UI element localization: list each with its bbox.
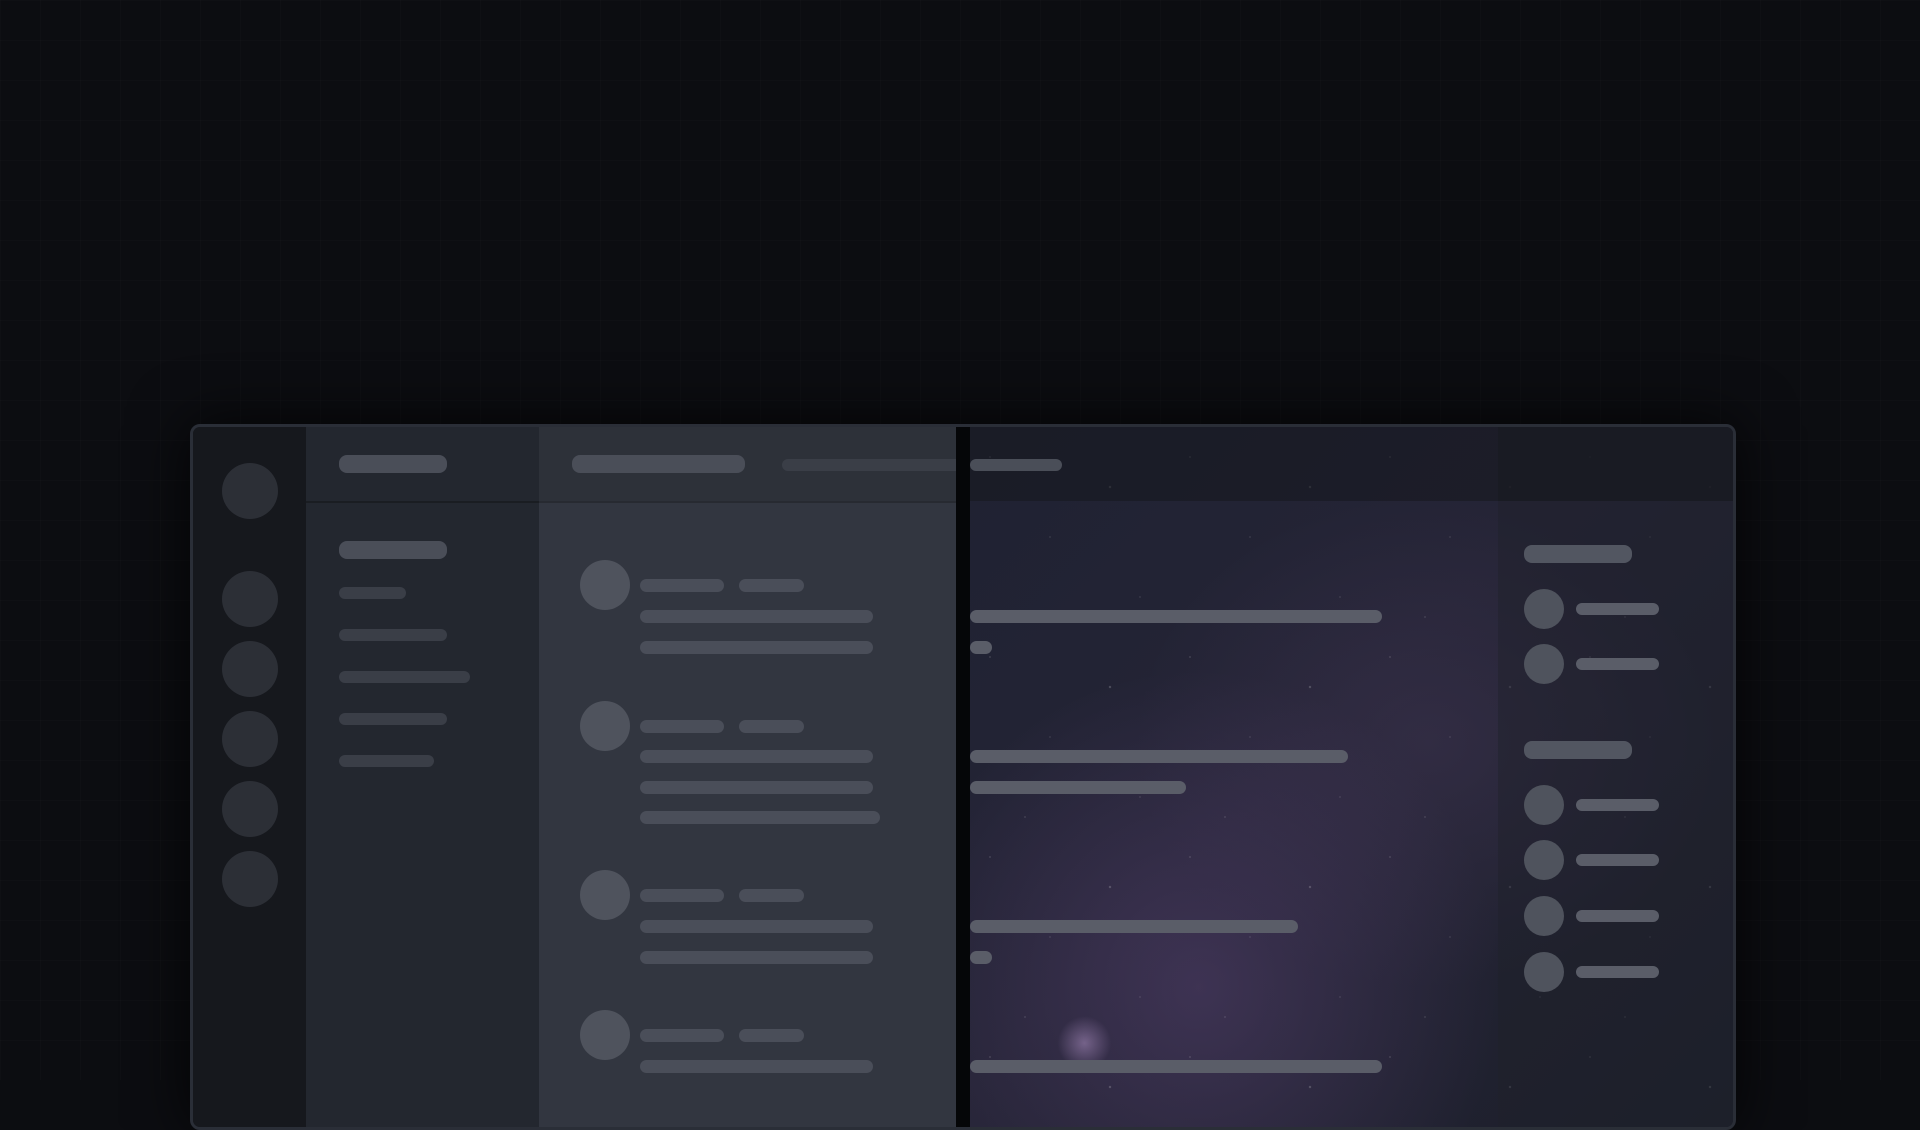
message-line-placeholder [640,781,873,794]
message-author-placeholder[interactable] [640,579,724,592]
member-group-header [1524,741,1632,759]
user-avatar-icon[interactable] [1524,952,1564,992]
message-author-placeholder[interactable] [640,720,724,733]
chat-area [539,427,1733,1127]
chat-topbar [539,427,956,503]
server-avatar-icon[interactable] [222,571,278,627]
member-group-header [1524,545,1632,563]
user-avatar-icon[interactable] [1524,644,1564,684]
chat-pane-after [970,427,1733,1127]
member-name-placeholder[interactable] [1576,799,1659,811]
server-avatar-icon[interactable] [222,711,278,767]
comparison-slider-handle[interactable] [956,427,970,1127]
message-line-placeholder [970,781,1186,794]
message-line-placeholder [970,641,992,654]
message-line-placeholder [640,811,880,824]
member-name-placeholder[interactable] [1576,966,1659,978]
channel-title-placeholder [572,455,745,473]
message-timestamp-placeholder [739,889,804,902]
server-avatar-icon[interactable] [222,463,278,519]
user-avatar-icon[interactable] [1524,896,1564,936]
user-avatar-icon[interactable] [580,870,630,920]
user-avatar-icon[interactable] [1524,785,1564,825]
member-name-placeholder[interactable] [1576,854,1659,866]
message-author-placeholder[interactable] [640,1029,724,1042]
member-list-topbar [1498,427,1733,501]
message-line-placeholder [640,951,873,964]
server-header[interactable] [306,427,539,503]
channel-item[interactable] [339,755,434,767]
channel-item[interactable] [339,629,447,641]
server-rail [193,427,306,1127]
channel-category-placeholder[interactable] [339,541,447,559]
member-list [1498,427,1733,1127]
channel-item[interactable] [339,587,406,599]
message-line-placeholder [640,750,873,763]
message-line-placeholder [970,920,1298,933]
message-line-placeholder [640,920,873,933]
channel-topic-placeholder [970,459,1062,471]
message-line-placeholder [640,610,873,623]
user-avatar-icon[interactable] [580,560,630,610]
message-timestamp-placeholder [739,579,804,592]
user-avatar-icon[interactable] [1524,840,1564,880]
message-line-placeholder [640,641,873,654]
server-avatar-icon[interactable] [222,851,278,907]
server-avatar-icon[interactable] [222,641,278,697]
message-line-placeholder [970,951,992,964]
server-avatar-icon[interactable] [222,781,278,837]
message-timestamp-placeholder [739,720,804,733]
message-line-placeholder [970,610,1382,623]
app-window-preview [190,424,1736,1130]
message-line-placeholder [970,1060,1382,1073]
member-name-placeholder[interactable] [1576,603,1659,615]
message-line-placeholder [640,1060,873,1073]
user-avatar-icon[interactable] [580,1010,630,1060]
user-avatar-icon[interactable] [1524,589,1564,629]
member-name-placeholder[interactable] [1576,658,1659,670]
channel-item[interactable] [339,713,447,725]
channel-topic-placeholder [782,459,962,471]
message-timestamp-placeholder [739,1029,804,1042]
server-name-placeholder [339,455,447,473]
member-name-placeholder[interactable] [1576,910,1659,922]
channel-sidebar [306,427,539,1127]
user-avatar-icon[interactable] [580,701,630,751]
message-line-placeholder [970,750,1348,763]
message-author-placeholder[interactable] [640,889,724,902]
channel-item[interactable] [339,671,470,683]
